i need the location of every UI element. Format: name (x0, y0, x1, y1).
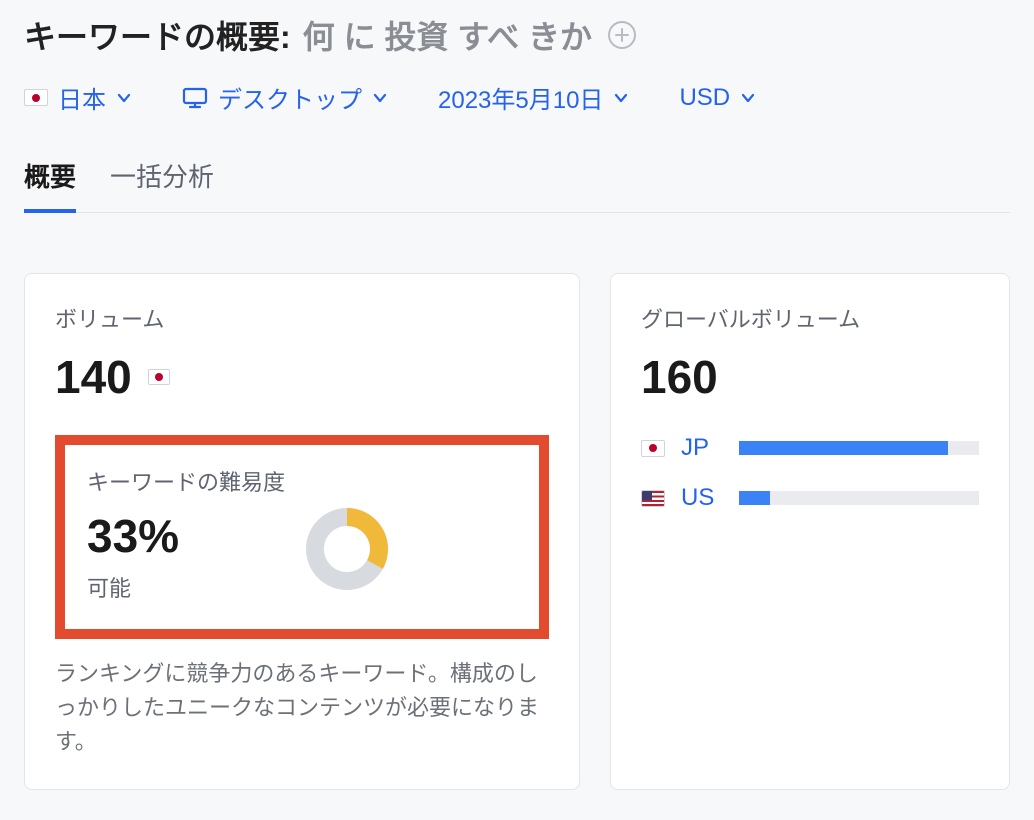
title-prefix: キーワードの概要: (24, 12, 291, 58)
currency-label: USD (679, 84, 730, 112)
chevron-down-icon (372, 90, 388, 106)
difficulty-label: キーワードの難易度 (87, 465, 285, 497)
title-query: 何 に 投資 すべ きか (303, 12, 592, 58)
device-filter[interactable]: デスクトップ (182, 80, 388, 115)
volume-bar-fill (739, 441, 948, 455)
chevron-down-icon (740, 90, 756, 106)
filter-row: 日本 デスクトップ 2023年5月10日 USD (24, 80, 1010, 115)
difficulty-block: キーワードの難易度 33% 可能 (55, 435, 549, 639)
flag-jp-icon (24, 89, 48, 106)
flag-jp-icon (641, 440, 665, 457)
flag-us-icon (641, 490, 665, 507)
difficulty-percent: 33% (87, 509, 285, 563)
global-volume-list: JP US (641, 434, 979, 512)
device-label: デスクトップ (218, 80, 362, 115)
country-code[interactable]: JP (681, 434, 723, 462)
volume-value: 140 (55, 350, 132, 404)
date-filter[interactable]: 2023年5月10日 (438, 80, 629, 115)
volume-label: ボリューム (55, 302, 549, 334)
tabs: 概要 一括分析 (24, 157, 1010, 213)
difficulty-sublabel: 可能 (87, 571, 285, 603)
currency-filter[interactable]: USD (679, 84, 756, 112)
tab-overview[interactable]: 概要 (24, 157, 76, 212)
global-volume-value: 160 (641, 350, 979, 404)
volume-value-row: 140 (55, 350, 549, 404)
flag-jp-icon (148, 369, 170, 385)
volume-card: ボリューム 140 キーワードの難易度 33% 可能 (24, 273, 580, 790)
date-label: 2023年5月10日 (438, 80, 603, 115)
chevron-down-icon (116, 90, 132, 106)
global-volume-label: グローバルボリューム (641, 302, 979, 334)
country-label: 日本 (58, 80, 106, 115)
volume-bar-track (739, 441, 979, 455)
difficulty-donut (303, 505, 391, 593)
volume-bar-track (739, 491, 979, 505)
country-filter[interactable]: 日本 (24, 80, 132, 115)
global-volume-row-jp: JP (641, 434, 979, 462)
country-code[interactable]: US (681, 484, 723, 512)
global-volume-card: グローバルボリューム 160 JP US (610, 273, 1010, 790)
global-volume-row-us: US (641, 484, 979, 512)
add-keyword-button[interactable] (608, 21, 636, 49)
tab-bulk[interactable]: 一括分析 (110, 157, 214, 212)
plus-icon (615, 28, 629, 42)
chevron-down-icon (613, 90, 629, 106)
volume-bar-fill (739, 491, 770, 505)
desktop-icon (182, 87, 208, 109)
page-title: キーワードの概要: 何 に 投資 すべ きか (24, 12, 1010, 58)
difficulty-description: ランキングに競争力のあるキーワード。構成のしっかりしたユニークなコンテンツが必要… (55, 657, 549, 759)
